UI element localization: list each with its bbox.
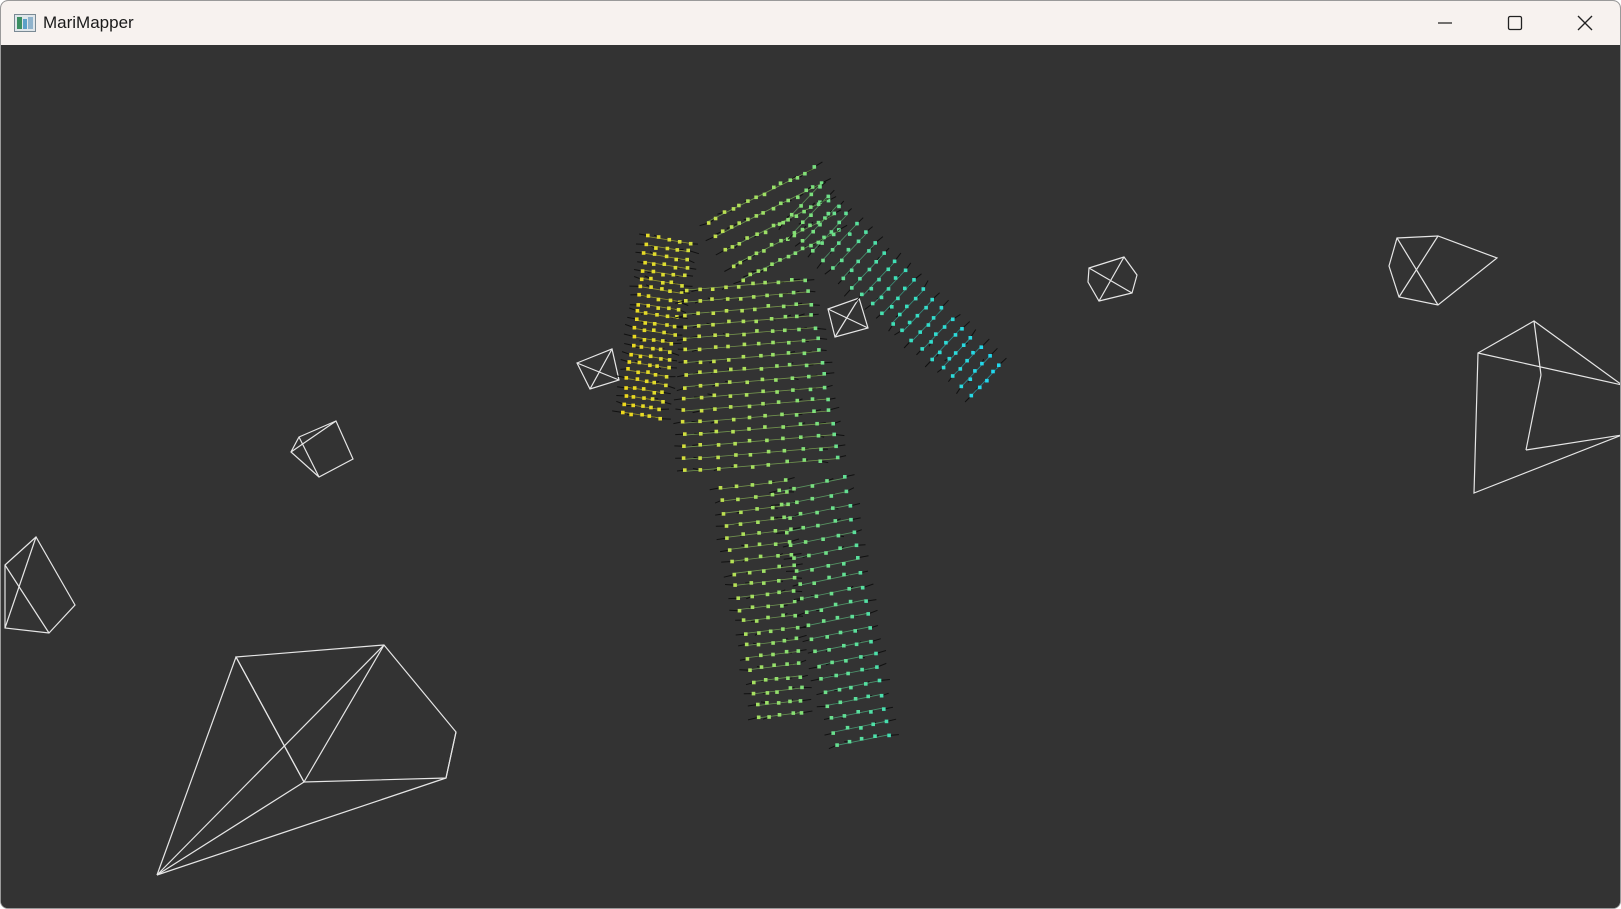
led-point: [733, 441, 737, 446]
led-point: [816, 336, 820, 341]
led-point: [909, 338, 913, 343]
led-point: [658, 416, 662, 421]
window-controls: [1410, 1, 1620, 45]
led-point: [761, 401, 765, 406]
led-point: [891, 322, 895, 326]
led-point: [866, 612, 870, 616]
led-point: [771, 352, 775, 357]
led-point: [854, 543, 859, 548]
3d-viewport[interactable]: [1, 45, 1620, 908]
viewport-background: [1, 45, 1620, 908]
led-point: [759, 353, 763, 358]
led-point: [800, 685, 804, 690]
led-point: [792, 563, 796, 568]
led-point: [763, 413, 767, 418]
led-point: [715, 382, 719, 387]
led-point: [711, 322, 715, 327]
led-point: [759, 367, 764, 371]
led-point: [780, 412, 784, 417]
led-point: [793, 613, 797, 618]
led-point: [874, 651, 878, 656]
led-point: [795, 625, 800, 630]
led-point: [745, 657, 750, 661]
led-point: [837, 220, 841, 225]
led-point: [877, 678, 882, 683]
led-point: [953, 333, 958, 337]
led-point: [638, 284, 643, 289]
led-point: [879, 295, 884, 300]
led-point: [632, 334, 637, 339]
app-window: MariMapper: [0, 0, 1621, 909]
led-point: [773, 529, 778, 533]
close-button[interactable]: [1550, 1, 1620, 45]
led-point: [802, 351, 807, 356]
led-point: [903, 286, 907, 291]
led-point: [661, 400, 665, 404]
led-point: [683, 360, 688, 364]
led-point: [826, 397, 830, 402]
led-point: [721, 512, 726, 516]
led-point: [869, 286, 874, 291]
led-point: [731, 429, 735, 434]
led-point: [887, 733, 891, 738]
led-point: [804, 610, 809, 614]
led-point: [698, 287, 702, 292]
led-point: [664, 375, 669, 379]
led-point: [696, 324, 701, 328]
led-point: [875, 665, 879, 669]
led-point: [820, 361, 825, 365]
led-point: [795, 314, 799, 319]
led-point: [768, 480, 773, 485]
led-point: [796, 649, 801, 653]
led-point: [641, 404, 645, 408]
led-point: [748, 668, 752, 672]
led-point: [829, 230, 834, 234]
marimapper-app-icon: [14, 14, 36, 32]
led-point: [797, 327, 801, 332]
window-title: MariMapper: [43, 13, 134, 32]
minimize-button[interactable]: [1410, 1, 1480, 45]
close-icon: [1577, 15, 1593, 31]
led-point: [731, 417, 736, 422]
maximize-button[interactable]: [1480, 1, 1550, 45]
led-point: [685, 266, 690, 270]
led-point: [684, 288, 689, 293]
led-point: [644, 242, 649, 247]
led-point: [713, 333, 717, 337]
title-bar[interactable]: MariMapper: [1, 1, 1620, 45]
led-point: [624, 376, 629, 380]
led-point: [796, 661, 801, 665]
led-point: [716, 443, 721, 447]
led-point: [637, 292, 641, 297]
led-point: [724, 285, 728, 290]
led-point: [820, 241, 824, 245]
led-point: [826, 194, 831, 199]
led-point: [713, 407, 717, 411]
led-point: [771, 340, 775, 345]
led-point: [734, 484, 739, 489]
maximize-icon: [1507, 15, 1523, 31]
minimize-icon: [1438, 22, 1452, 24]
led-point: [622, 402, 626, 407]
led-point: [745, 380, 749, 385]
led-point: [789, 553, 794, 557]
led-point: [766, 463, 771, 467]
led-point: [624, 386, 628, 390]
led-point: [848, 504, 853, 508]
led-point: [813, 326, 818, 331]
led-point: [766, 449, 771, 454]
led-point: [680, 419, 685, 424]
led-point: [794, 569, 799, 573]
led-point: [832, 211, 837, 216]
led-point: [664, 383, 668, 388]
led-point: [747, 427, 751, 431]
led-point: [751, 691, 756, 696]
led-point: [792, 575, 797, 580]
led-point: [765, 592, 770, 597]
led-point: [781, 436, 785, 441]
led-point: [641, 251, 646, 255]
